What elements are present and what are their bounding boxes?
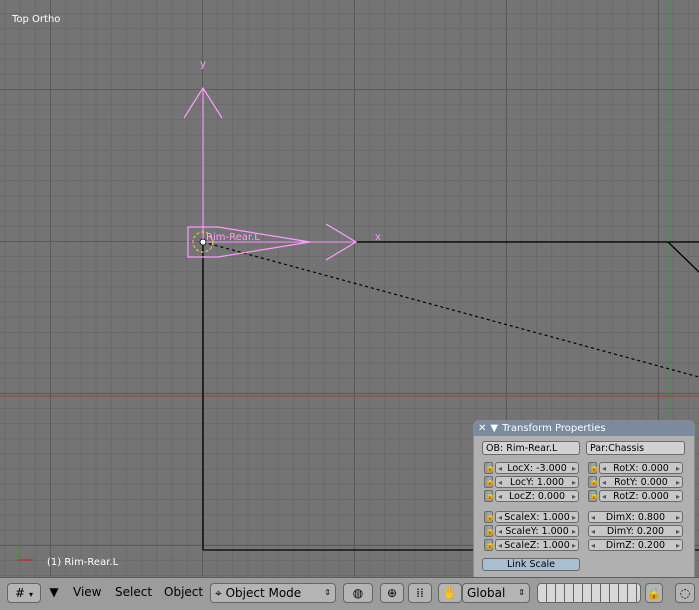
- dimx-field[interactable]: DimX: 0.800: [588, 511, 683, 523]
- scaley-field[interactable]: ScaleY: 1.000: [495, 525, 579, 537]
- lock-icon[interactable]: 🔒: [645, 583, 663, 603]
- dimy-field[interactable]: DimY: 0.200: [588, 525, 683, 537]
- scalex-field[interactable]: ScaleX: 1.000: [495, 511, 579, 523]
- menu-select[interactable]: Select: [115, 583, 152, 603]
- render-icon[interactable]: ◌: [675, 583, 695, 603]
- menu-object[interactable]: Object: [164, 583, 203, 603]
- hand-manipulator-icon[interactable]: ✋: [438, 583, 462, 603]
- object-status-label: (1) Rim-Rear.L: [47, 557, 119, 568]
- chassis-corner-edge: [667, 241, 699, 273]
- link-scale-button[interactable]: Link Scale: [482, 558, 580, 571]
- triangle-down-icon[interactable]: ▼: [46, 583, 62, 603]
- lock-icon[interactable]: 🔒: [484, 462, 495, 474]
- scalez-field[interactable]: ScaleZ: 1.000: [495, 539, 579, 551]
- orientation-label: Global: [467, 586, 506, 600]
- rotz-field[interactable]: RotZ: 0.000: [599, 490, 683, 502]
- lock-icon[interactable]: 🔒: [484, 490, 495, 502]
- locz-field[interactable]: LocZ: 0.000: [495, 490, 579, 502]
- object-name-field[interactable]: OB: Rim-Rear.L: [482, 441, 580, 455]
- panel-title: Transform Properties: [502, 423, 606, 434]
- draw-type-icon[interactable]: ◍: [343, 583, 373, 603]
- lock-icon[interactable]: 🔒: [484, 525, 495, 537]
- grid-icon: #: [15, 586, 26, 600]
- parent-field[interactable]: Par:Chassis: [586, 441, 685, 455]
- y-axis-label: y: [200, 59, 206, 70]
- lock-icon[interactable]: 🔒: [484, 511, 495, 523]
- pivot-icon[interactable]: ⊕: [380, 583, 404, 603]
- triangle-down-icon[interactable]: ▼: [490, 423, 498, 434]
- locx-field[interactable]: LocX: -3.000: [495, 462, 579, 474]
- view3d-header: # ▾ ▼ View Select Object ⌖ Object Mode ⇕ …: [0, 577, 699, 610]
- lock-icon[interactable]: 🔒: [588, 462, 599, 474]
- object-name-label: Rim-Rear.L: [206, 232, 260, 243]
- dots-icon[interactable]: ⁞⁞: [408, 583, 432, 603]
- editor-type-button[interactable]: # ▾: [7, 583, 41, 603]
- transform-properties-panel[interactable]: ✕ ▼ Transform Properties OB: Rim-Rear.L Pa…: [473, 420, 695, 577]
- rotx-field[interactable]: RotX: 0.000: [599, 462, 683, 474]
- lock-icon[interactable]: 🔒: [588, 490, 599, 502]
- object-mode-icon: ⌖: [215, 586, 222, 600]
- parent-relation-line: [202, 241, 699, 378]
- 3d-viewport[interactable]: Top Ortho y x Rim-Rear.L (1) Rim-Rear.L …: [0, 0, 699, 577]
- menu-view[interactable]: View: [73, 583, 101, 603]
- close-x-icon[interactable]: ✕: [478, 423, 486, 434]
- layers-icon[interactable]: [537, 583, 641, 603]
- updown-icon: ⇕: [518, 588, 525, 597]
- updown-icon: ⇕: [324, 588, 331, 597]
- lock-icon[interactable]: 🔒: [588, 476, 599, 488]
- mode-label: Object Mode: [225, 586, 302, 600]
- panel-header[interactable]: ✕ ▼ Transform Properties: [474, 421, 694, 436]
- mode-select[interactable]: ⌖ Object Mode ⇕: [210, 583, 336, 603]
- roty-field[interactable]: RotY: 0.000: [599, 476, 683, 488]
- view-name-label: Top Ortho: [12, 14, 61, 25]
- x-axis-label: x: [375, 232, 381, 243]
- locy-field[interactable]: LocY: 1.000: [495, 476, 579, 488]
- orientation-select[interactable]: Global ⇕: [462, 583, 530, 603]
- lock-icon[interactable]: 🔒: [484, 476, 495, 488]
- lock-icon[interactable]: 🔒: [484, 539, 495, 551]
- dimz-field[interactable]: DimZ: 0.200: [588, 539, 683, 551]
